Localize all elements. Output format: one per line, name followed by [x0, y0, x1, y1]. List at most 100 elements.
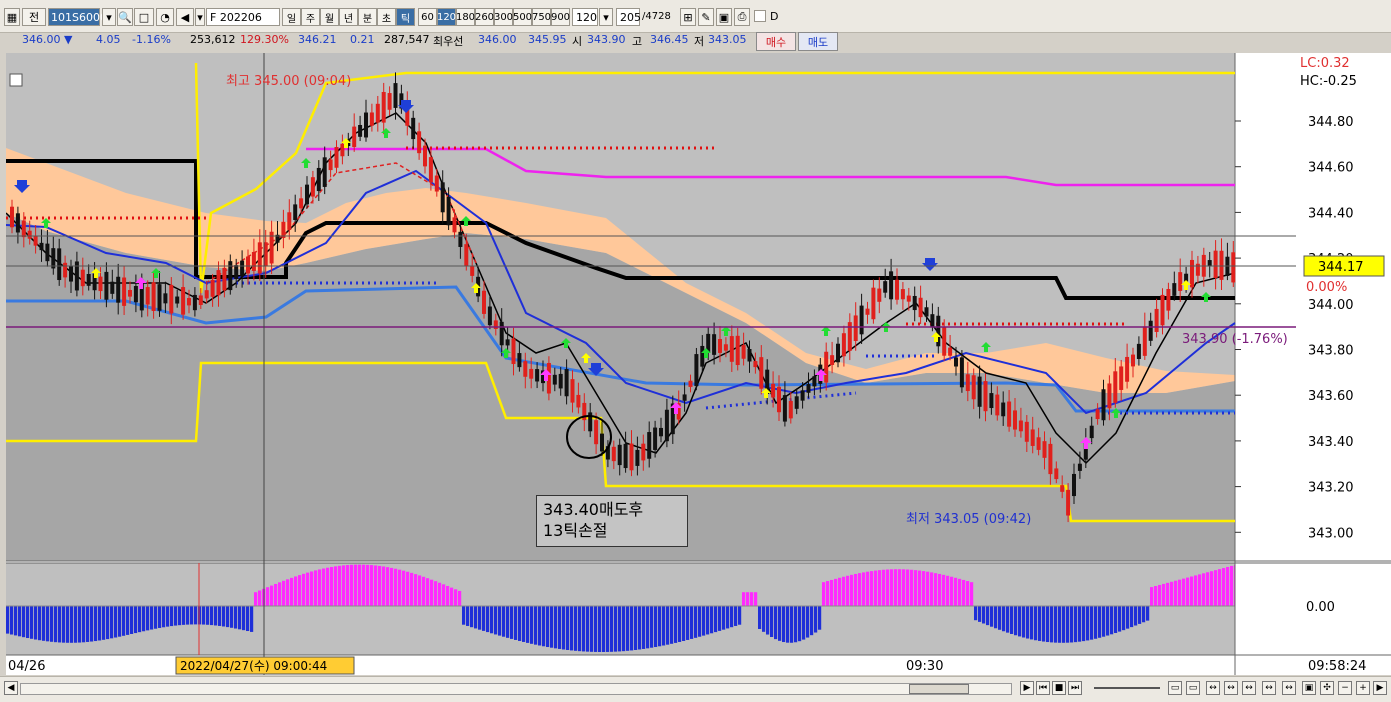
sell-button[interactable]: 매도	[798, 32, 838, 51]
candle-body	[163, 293, 168, 304]
option-checkbox[interactable]	[754, 10, 766, 22]
oscillator-bar	[382, 566, 386, 606]
oscillator-bar	[582, 606, 586, 652]
period-tab-2[interactable]: 월	[320, 8, 339, 26]
oscillator-bar	[26, 606, 30, 639]
tool-c-icon[interactable]: ↔	[1206, 681, 1220, 695]
oscillator-bar	[1194, 575, 1198, 606]
count-input[interactable]: 205	[616, 8, 641, 26]
first-icon[interactable]: ⏮	[1036, 681, 1050, 695]
grid-icon[interactable]: ⊞	[680, 8, 696, 26]
oscillator-bar	[182, 606, 186, 625]
candle-body	[151, 282, 156, 311]
oscillator-bar	[978, 606, 982, 622]
tool-a-icon[interactable]: ▭	[1168, 681, 1182, 695]
oscillator-bar	[70, 606, 74, 643]
interval-tab-7[interactable]: 900	[551, 8, 570, 26]
period-tab-3[interactable]: 년	[339, 8, 358, 26]
zoom-in-icon[interactable]: +	[1356, 681, 1370, 695]
oscillator-bar	[330, 566, 334, 606]
oscillator-bar	[614, 606, 618, 652]
oscillator-bar	[682, 606, 686, 641]
candle-body	[1101, 389, 1106, 421]
oscillator-bar	[1082, 606, 1086, 642]
tool-icon[interactable]: ✎	[698, 8, 714, 26]
horizontal-scrollbar[interactable]	[20, 683, 1012, 695]
zoom-slider[interactable]	[1094, 687, 1160, 689]
oscillator-bar	[754, 592, 758, 606]
oscillator-bar	[1222, 568, 1226, 606]
candle-body	[417, 131, 422, 154]
oscillator-bar	[86, 606, 90, 642]
layout-icon[interactable]: ▦	[4, 8, 20, 26]
print-icon[interactable]: ⎙	[734, 8, 750, 26]
oscillator-bar	[1166, 582, 1170, 606]
price-chart[interactable]: 344.80344.60344.40344.20344.00343.80343.…	[5, 53, 1391, 675]
period-tab-6[interactable]: 틱	[396, 8, 415, 26]
interval-tab-6[interactable]: 750	[532, 8, 551, 26]
code-input[interactable]: 101S6000	[48, 8, 107, 26]
oscillator-bar	[222, 606, 226, 627]
toolbar: ▦ 전 101S6000 ▾ 🔍 □ ◔ ◀ ▾ F 202206 일주월년분초…	[0, 0, 1391, 48]
candle-body	[782, 395, 787, 422]
speaker-icon[interactable]: ◀	[176, 8, 194, 26]
oscillator-bar	[1146, 606, 1150, 621]
period-tab-1[interactable]: 주	[301, 8, 320, 26]
interval-tab-4[interactable]: 300	[494, 8, 513, 26]
dropdown-icon[interactable]: ▾	[102, 8, 116, 26]
interval-tab-5[interactable]: 500	[513, 8, 532, 26]
arrows-icon[interactable]: ✣	[1320, 681, 1334, 695]
scroll-left-icon[interactable]: ◀	[4, 681, 18, 695]
tool-h-icon[interactable]: ▣	[1302, 681, 1316, 695]
oscillator-bar	[906, 569, 910, 606]
period-tab-5[interactable]: 초	[377, 8, 396, 26]
save-icon[interactable]: ▣	[716, 8, 732, 26]
zoom-out-icon[interactable]: −	[1338, 681, 1352, 695]
period-tab-0[interactable]: 일	[282, 8, 301, 26]
oscillator-bar	[194, 606, 198, 625]
oscillator-bar	[542, 606, 546, 647]
tool-g-icon[interactable]: ↔	[1282, 681, 1296, 695]
interval-tab-3[interactable]: 260	[475, 8, 494, 26]
candle-body	[576, 394, 581, 408]
candle-body	[989, 393, 994, 409]
oscillator-bar	[590, 606, 594, 652]
oscillator-bar	[98, 606, 102, 641]
oscillator-bar	[430, 579, 434, 606]
candle-body	[1219, 250, 1224, 280]
tool-f-icon[interactable]: ↔	[1262, 681, 1276, 695]
scroll-end-icon[interactable]: ▶	[1373, 681, 1387, 695]
interval-tab-1[interactable]: 120	[437, 8, 456, 26]
oscillator-bar	[710, 606, 714, 634]
chart-area[interactable]: 344.80344.60344.40344.20344.00343.80343.…	[5, 53, 1391, 675]
candle-body	[133, 286, 138, 303]
code-helper-icon[interactable]: □	[134, 8, 154, 26]
buy-button[interactable]: 매수	[756, 32, 796, 51]
oscillator-bar	[722, 606, 726, 630]
scroll-thumb[interactable]	[909, 684, 969, 694]
candle-body	[145, 287, 150, 305]
tool-d-icon[interactable]: ↔	[1224, 681, 1238, 695]
price-axis	[1235, 53, 1391, 675]
interval-tab-2[interactable]: 180	[456, 8, 475, 26]
period-tab-4[interactable]: 분	[358, 8, 377, 26]
chart-menu-icon[interactable]	[9, 73, 23, 87]
oscillator-bar	[178, 606, 182, 626]
search-icon[interactable]: 🔍	[117, 8, 133, 26]
scroll-right-icon[interactable]: ▶	[1020, 681, 1034, 695]
oscillator-bar	[1170, 581, 1174, 606]
candle-body	[458, 231, 463, 247]
tool-e-icon[interactable]: ↔	[1242, 681, 1256, 695]
interval-select[interactable]: 120	[572, 8, 598, 26]
history-icon[interactable]: ◔	[156, 8, 174, 26]
all-button[interactable]: 전	[22, 8, 46, 26]
speaker-dropdown-icon[interactable]: ▾	[195, 8, 205, 26]
oscillator-bar	[1046, 606, 1050, 643]
last-icon[interactable]: ⏭	[1068, 681, 1082, 695]
tool-b-icon[interactable]: ▭	[1186, 681, 1200, 695]
interval-select-dropdown-icon[interactable]: ▾	[599, 8, 613, 26]
oscillator-bar	[546, 606, 550, 648]
candle-body	[659, 427, 663, 437]
stop-icon[interactable]: ■	[1052, 681, 1066, 695]
interval-tab-0[interactable]: 60	[418, 8, 437, 26]
